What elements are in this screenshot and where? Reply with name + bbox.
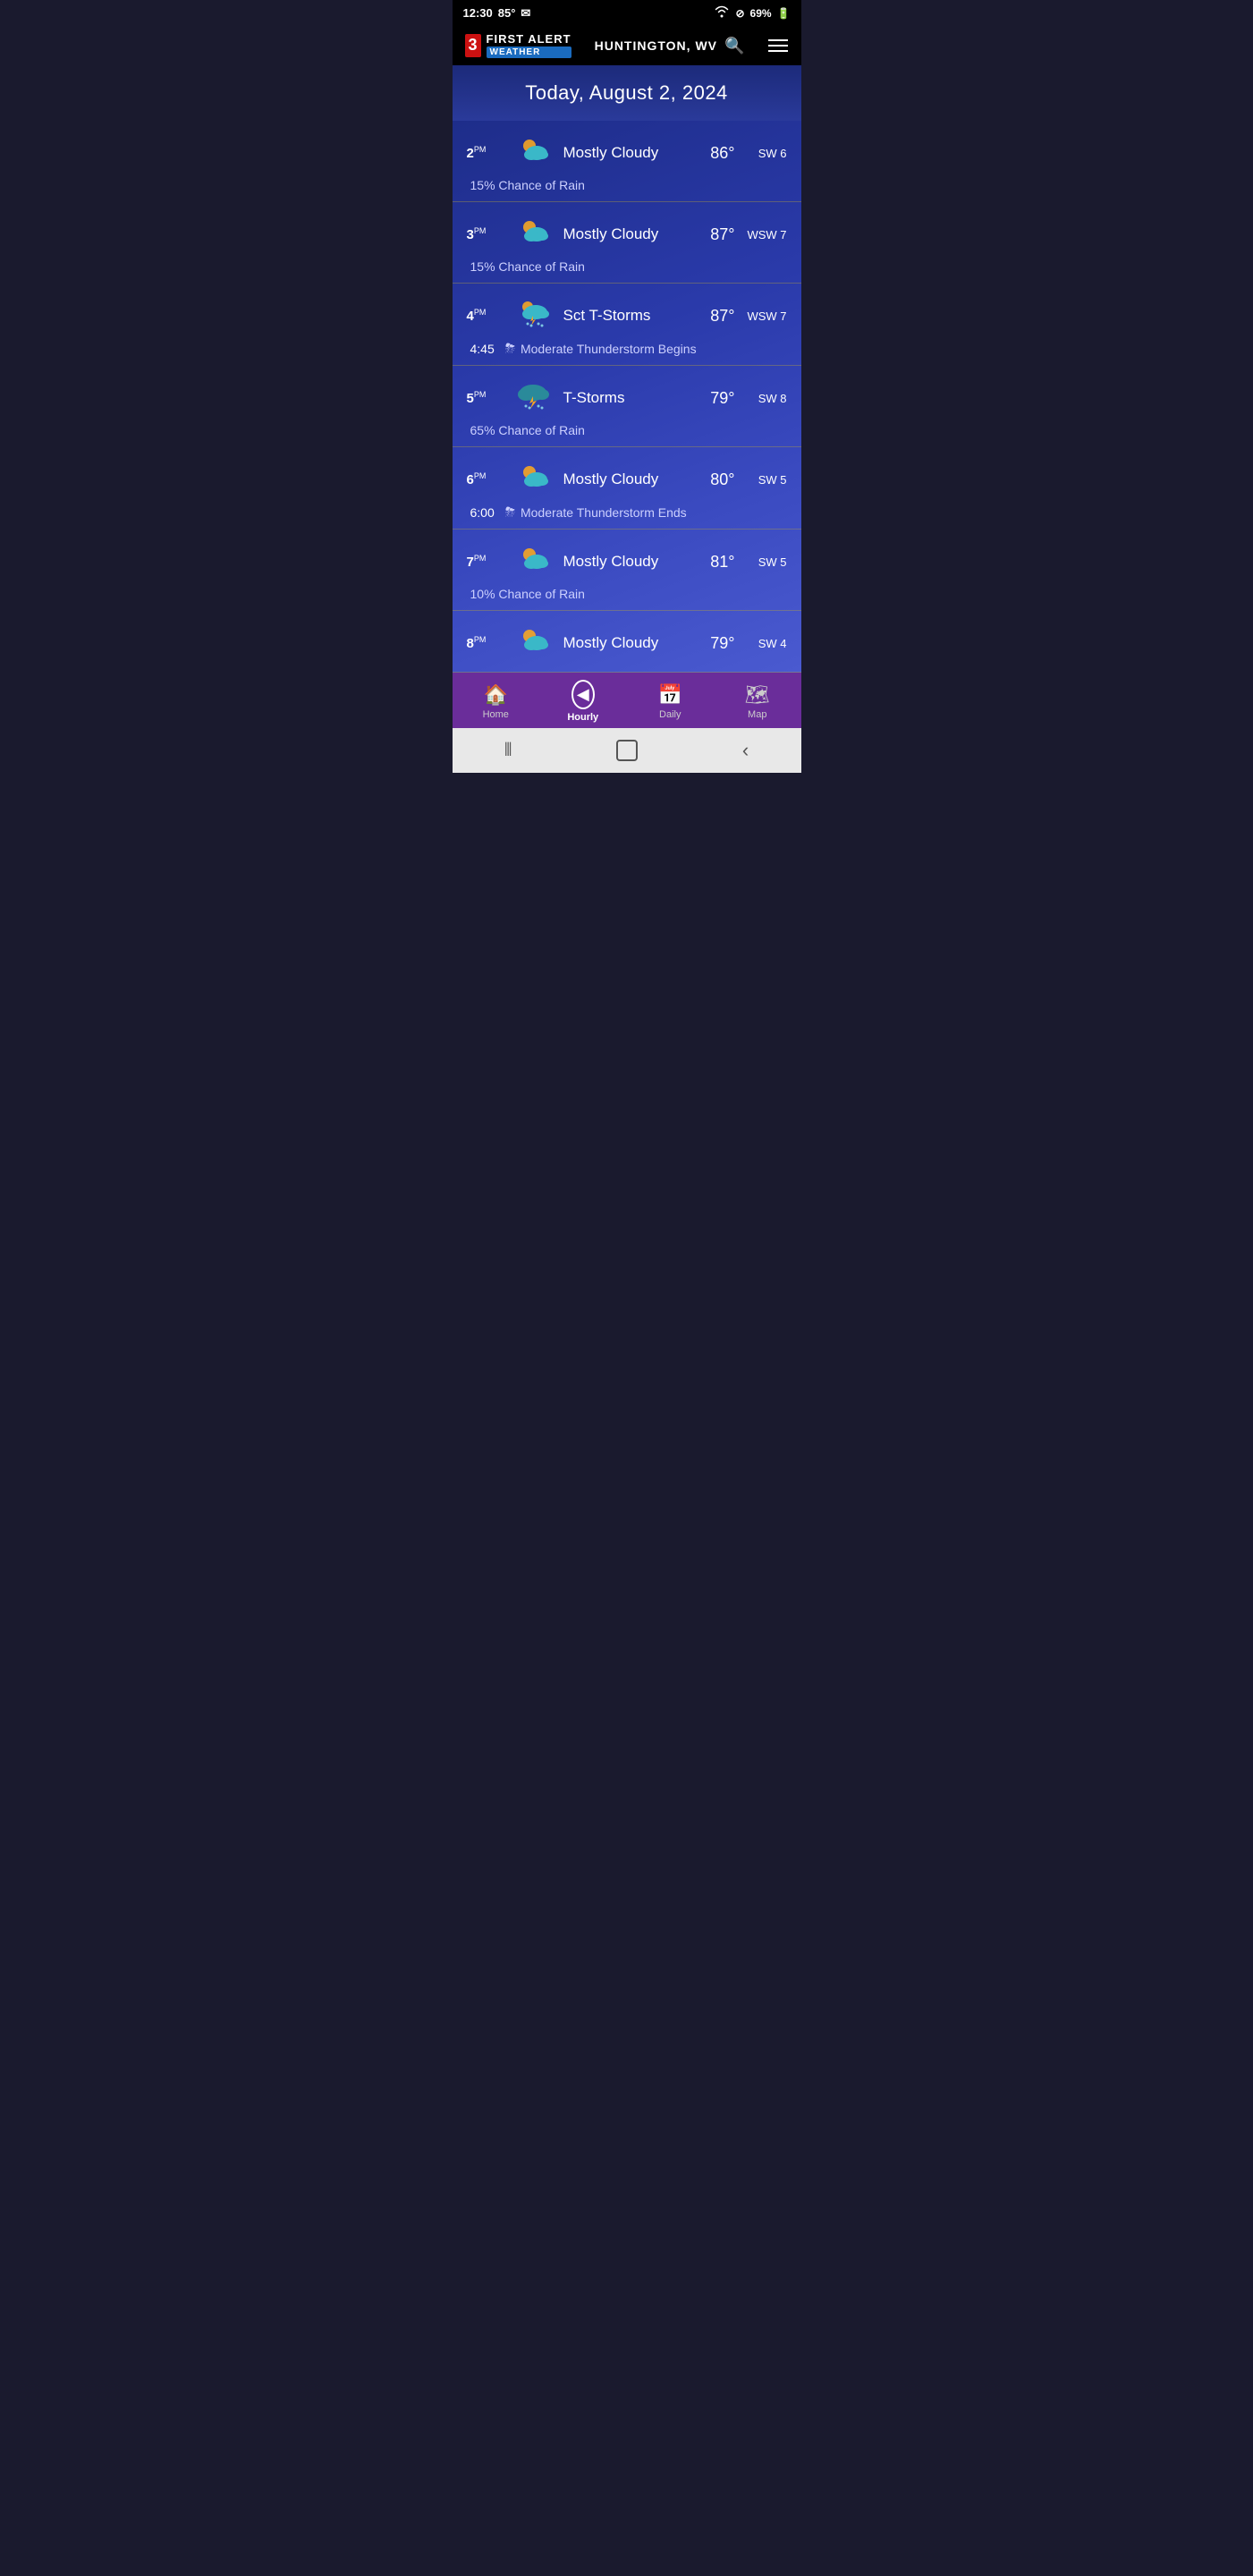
nav-hourly-label: Hourly — [567, 712, 598, 723]
wind-2pm: SW 6 — [746, 147, 787, 160]
time-8pm: 8PM — [467, 635, 503, 651]
detail-text-7pm: 10% Chance of Rain — [470, 587, 585, 601]
detail-5pm: 65% Chance of Rain — [467, 423, 787, 437]
hourly-row-6pm: 6PM Mostly Cloudy 80° SW 5 6:00 ⛈ Modera… — [453, 447, 801, 530]
icon-2pm — [513, 133, 553, 173]
detail-icon-6pm: ⛈ — [505, 504, 515, 520]
hourly-row-5pm: 5PM T-Storms 79° SW 8 — [453, 366, 801, 447]
daily-icon: 📅 — [658, 683, 682, 707]
time-3pm: 3PM — [467, 226, 503, 242]
time-6pm: 6PM — [467, 471, 503, 487]
desc-5pm: T-Storms — [563, 389, 685, 407]
icon-5pm — [513, 378, 553, 418]
bottom-navigation: 🏠 Home ◀ Hourly 📅 Daily 🗺 Map — [453, 673, 801, 728]
detail-text-6pm: Moderate Thunderstorm Ends — [521, 505, 687, 520]
temp-7pm: 81° — [696, 553, 735, 572]
nav-map-label: Map — [748, 709, 766, 720]
detail-icon-4pm: ⛈ — [505, 341, 515, 356]
search-icon[interactable]: 🔍 — [724, 37, 745, 55]
icon-8pm — [513, 623, 553, 663]
first-alert-label: FIRST ALERT — [487, 33, 571, 46]
channel-num-text: 3 — [469, 36, 478, 55]
wind-3pm: WSW 7 — [746, 228, 787, 242]
wifi-icon — [714, 5, 730, 21]
nav-home-label: Home — [483, 709, 509, 720]
nav-map[interactable]: 🗺 Map — [731, 683, 784, 720]
weather-label: WEATHER — [487, 47, 571, 58]
home-icon: 🏠 — [484, 683, 508, 707]
weather-content: 2PM Mostly Cloudy 86° SW 6 15% Chance of… — [453, 121, 801, 673]
time: 12:30 — [463, 6, 493, 20]
status-left: 12:30 85° ✉ — [463, 6, 531, 21]
detail-time-6pm: 6:00 — [470, 505, 495, 520]
temp-4pm: 87° — [696, 307, 735, 326]
wind-6pm: SW 5 — [746, 473, 787, 487]
wind-8pm: SW 4 — [746, 637, 787, 650]
temp-2pm: 86° — [696, 144, 735, 163]
nav-home[interactable]: 🏠 Home — [469, 683, 522, 720]
time-5pm: 5PM — [467, 390, 503, 406]
detail-3pm: 15% Chance of Rain — [467, 259, 787, 274]
hourly-row-4pm: 4PM Sct T-Storms — [453, 284, 801, 366]
nav-daily[interactable]: 📅 Daily — [643, 683, 697, 720]
temp-5pm: 79° — [696, 389, 735, 408]
home-button[interactable] — [616, 740, 638, 761]
battery-icon: 🔋 — [777, 7, 791, 20]
battery-text: 69% — [750, 7, 772, 20]
temp-8pm: 79° — [696, 634, 735, 653]
time-4pm: 4PM — [467, 308, 503, 324]
icon-7pm — [513, 542, 553, 581]
channel-number: 3 — [465, 34, 481, 57]
back-button[interactable]: ‹ — [742, 739, 749, 762]
detail-text-4pm: Moderate Thunderstorm Begins — [521, 342, 697, 356]
hourly-row-8pm: 8PM Mostly Cloudy 79° SW 4 — [453, 611, 801, 673]
location-display: HUNTINGTON, WV 🔍 — [595, 37, 746, 55]
hourly-icon: ◀ — [571, 680, 595, 709]
system-navigation: ⦀ ‹ — [453, 728, 801, 773]
app-header: 3 FIRST ALERT WEATHER HUNTINGTON, WV 🔍 — [453, 26, 801, 65]
nav-daily-label: Daily — [659, 709, 681, 720]
location-text: HUNTINGTON, WV — [595, 38, 717, 53]
detail-text-5pm: 65% Chance of Rain — [470, 423, 585, 437]
wind-7pm: SW 5 — [746, 555, 787, 569]
wind-4pm: WSW 7 — [746, 309, 787, 323]
desc-7pm: Mostly Cloudy — [563, 553, 685, 571]
desc-2pm: Mostly Cloudy — [563, 144, 685, 162]
date-text: Today, August 2, 2024 — [525, 81, 728, 104]
temp-6pm: 80° — [696, 470, 735, 489]
hourly-row-7pm: 7PM Mostly Cloudy 81° SW 5 10% Chance of… — [453, 530, 801, 611]
dnd-icon: ⊘ — [735, 7, 744, 20]
temperature: 85° — [498, 6, 516, 20]
date-banner: Today, August 2, 2024 — [453, 65, 801, 121]
wind-5pm: SW 8 — [746, 392, 787, 405]
desc-4pm: Sct T-Storms — [563, 307, 685, 325]
hourly-row-3pm: 3PM Mostly Cloudy 87° WSW 7 15% Chance o… — [453, 202, 801, 284]
logo-text: FIRST ALERT WEATHER — [487, 33, 571, 58]
desc-3pm: Mostly Cloudy — [563, 225, 685, 243]
menu-button[interactable] — [768, 39, 788, 52]
map-icon: 🗺 — [745, 683, 770, 707]
detail-text-2pm: 15% Chance of Rain — [470, 178, 585, 192]
detail-time-4pm: 4:45 — [470, 342, 495, 356]
recent-apps-button[interactable]: ⦀ — [504, 741, 512, 761]
detail-7pm: 10% Chance of Rain — [467, 587, 787, 601]
nav-hourly[interactable]: ◀ Hourly — [556, 680, 610, 723]
status-right: ⊘ 69% 🔋 — [714, 5, 790, 21]
desc-8pm: Mostly Cloudy — [563, 634, 685, 652]
notification-icon: ✉ — [521, 6, 530, 21]
detail-4pm: 4:45 ⛈ Moderate Thunderstorm Begins — [467, 341, 787, 356]
time-2pm: 2PM — [467, 145, 503, 161]
time-7pm: 7PM — [467, 554, 503, 570]
icon-6pm — [513, 460, 553, 499]
icon-4pm — [513, 296, 553, 335]
detail-6pm: 6:00 ⛈ Moderate Thunderstorm Ends — [467, 504, 787, 520]
hourly-row-2pm: 2PM Mostly Cloudy 86° SW 6 15% Chance of… — [453, 121, 801, 202]
icon-3pm — [513, 215, 553, 254]
logo: 3 FIRST ALERT WEATHER — [465, 33, 571, 58]
temp-3pm: 87° — [696, 225, 735, 244]
detail-text-3pm: 15% Chance of Rain — [470, 259, 585, 274]
detail-2pm: 15% Chance of Rain — [467, 178, 787, 192]
desc-6pm: Mostly Cloudy — [563, 470, 685, 488]
status-bar: 12:30 85° ✉ ⊘ 69% 🔋 — [453, 0, 801, 26]
